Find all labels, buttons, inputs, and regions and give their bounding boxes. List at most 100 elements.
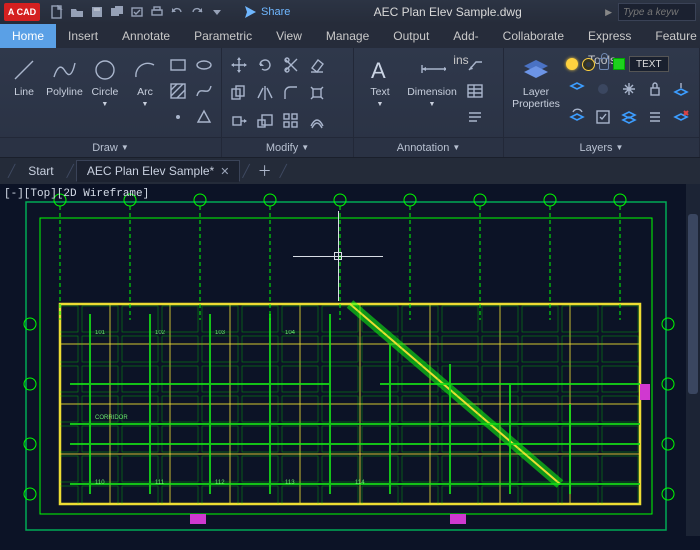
point-icon[interactable] — [167, 106, 189, 128]
ribbon-tab-parametric[interactable]: Parametric — [182, 24, 264, 48]
ribbon-tab-collaborate[interactable]: Collaborate — [491, 24, 576, 48]
svg-text:111: 111 — [155, 480, 165, 486]
layer-properties-button[interactable]: Layer Properties — [510, 54, 562, 112]
open-web-icon[interactable] — [128, 3, 146, 21]
text-button[interactable]: A Text ▼ — [360, 54, 400, 110]
table-icon[interactable] — [464, 80, 486, 102]
layer-walk-icon[interactable] — [618, 106, 640, 128]
layer-match-icon[interactable] — [670, 78, 692, 100]
vertical-scrollbar[interactable] — [686, 184, 700, 536]
layer-delete-icon[interactable] — [670, 106, 692, 128]
close-icon[interactable]: ✕ — [220, 165, 229, 178]
chevron-down-icon: ▼ — [142, 101, 149, 108]
panel-annotation-title[interactable]: Annotation▼ — [354, 137, 503, 157]
line-label: Line — [14, 86, 34, 98]
move-icon[interactable] — [228, 54, 250, 76]
qat-dropdown-icon[interactable] — [208, 3, 226, 21]
dimension-button[interactable]: Dimension ▼ — [404, 54, 460, 110]
panel-modify-title[interactable]: Modify▼ — [222, 137, 353, 157]
ellipse-icon[interactable] — [193, 54, 215, 76]
layer-on-icon — [566, 58, 578, 70]
mtext-icon[interactable] — [464, 106, 486, 128]
layer-color-icon — [613, 58, 625, 70]
trim-icon[interactable] — [280, 54, 302, 76]
svg-text:101: 101 — [95, 330, 106, 336]
layer-lock-btn-icon[interactable] — [644, 78, 666, 100]
offset-icon[interactable] — [306, 110, 328, 132]
erase-icon[interactable] — [306, 54, 328, 76]
array-icon[interactable] — [280, 110, 302, 132]
fillet-icon[interactable] — [280, 82, 302, 104]
floor-plan: 101102103104 CORRIDOR 110111112113114 — [0, 184, 700, 550]
scale-icon[interactable] — [254, 110, 276, 132]
ribbon-tab-featured[interactable]: Feature — [643, 24, 700, 48]
search-caret-icon: ▶ — [605, 7, 612, 18]
plot-icon[interactable] — [148, 3, 166, 21]
chevron-down-icon: ▼ — [377, 101, 384, 108]
line-button[interactable]: Line — [6, 54, 42, 100]
save-icon[interactable] — [88, 3, 106, 21]
mirror-icon[interactable] — [254, 82, 276, 104]
circle-label: Circle — [91, 86, 118, 98]
svg-text:112: 112 — [215, 480, 225, 486]
panel-annotation: A Text ▼ Dimension ▼ Annotation▼ — [354, 48, 504, 157]
layer-lock-icon — [599, 58, 609, 70]
svg-text:104: 104 — [285, 330, 296, 336]
svg-text:A: A — [371, 58, 386, 83]
viewport-controls[interactable]: [-][Top][2D Wireframe] — [4, 188, 149, 200]
rotate-icon[interactable] — [254, 54, 276, 76]
chevron-down-icon: ▼ — [301, 143, 309, 152]
svg-text:113: 113 — [285, 480, 295, 486]
ribbon-tab-home[interactable]: Home — [0, 24, 56, 48]
open-icon[interactable] — [68, 3, 86, 21]
layer-prev-icon[interactable] — [566, 106, 588, 128]
file-tab-start[interactable]: Start — [17, 160, 64, 182]
arc-button[interactable]: Arc ▼ — [127, 54, 163, 110]
ribbon-tab-annotate[interactable]: Annotate — [110, 24, 182, 48]
rectangle-icon[interactable] — [167, 54, 189, 76]
svg-text:110: 110 — [95, 480, 105, 486]
panel-layers: Layer Properties TEXT — [504, 48, 700, 157]
layer-off-icon[interactable] — [592, 78, 614, 100]
stretch-icon[interactable] — [228, 110, 250, 132]
scrollbar-thumb[interactable] — [688, 214, 698, 394]
spline-icon[interactable] — [193, 80, 215, 102]
redo-icon[interactable] — [188, 3, 206, 21]
file-tab-bar: ╱ Start ╱ AEC Plan Elev Sample* ✕ ╱ ＋ ╱ — [0, 158, 700, 184]
share-label: Share — [261, 6, 290, 18]
app-logo[interactable]: A CAD — [4, 3, 40, 21]
share-button[interactable]: Share — [244, 6, 290, 19]
ribbon-tab-output[interactable]: Output — [381, 24, 441, 48]
saveas-icon[interactable] — [108, 3, 126, 21]
new-tab-button[interactable]: ＋ — [252, 161, 278, 181]
title-bar: A CAD Share AEC Plan Elev Sample.dwg ▶ T… — [0, 0, 700, 24]
ribbon-tab-manage[interactable]: Manage — [314, 24, 381, 48]
leader-icon[interactable] — [464, 54, 486, 76]
svg-text:102: 102 — [155, 330, 166, 336]
copy-icon[interactable] — [228, 82, 250, 104]
file-tab-label: Start — [28, 164, 53, 178]
layer-iso-icon[interactable] — [566, 78, 588, 100]
new-icon[interactable] — [48, 3, 66, 21]
help-search-input[interactable]: Type a keyw — [618, 3, 696, 21]
ribbon-tab-express[interactable]: Express Tools — [576, 24, 643, 48]
document-title: AEC Plan Elev Sample.dwg — [290, 5, 605, 19]
panel-draw-title[interactable]: Draw▼ — [0, 137, 221, 157]
current-layer-dropdown[interactable]: TEXT — [566, 56, 692, 72]
layer-state-icon[interactable] — [592, 106, 614, 128]
file-tab-current[interactable]: AEC Plan Elev Sample* ✕ — [76, 160, 241, 182]
explode-icon[interactable] — [306, 82, 328, 104]
undo-icon[interactable] — [168, 3, 186, 21]
region-icon[interactable] — [193, 106, 215, 128]
drawing-canvas[interactable]: [-][Top][2D Wireframe] — [0, 184, 700, 550]
ribbon-tab-insert[interactable]: Insert — [56, 24, 110, 48]
arc-icon — [131, 56, 159, 84]
layer-merge-icon[interactable] — [644, 106, 666, 128]
circle-button[interactable]: Circle ▼ — [87, 54, 123, 110]
panel-layers-title[interactable]: Layers▼ — [504, 137, 699, 157]
layer-freeze-btn-icon[interactable] — [618, 78, 640, 100]
ribbon-tab-addins[interactable]: Add-ins — [441, 24, 490, 48]
polyline-button[interactable]: Polyline — [46, 54, 83, 100]
hatch-icon[interactable] — [167, 80, 189, 102]
ribbon-tab-view[interactable]: View — [264, 24, 314, 48]
